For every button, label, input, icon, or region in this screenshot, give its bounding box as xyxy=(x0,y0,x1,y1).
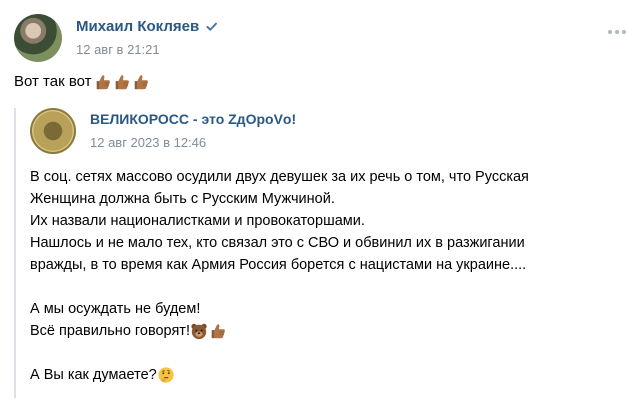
thumbs-up-icon xyxy=(115,75,129,90)
repost-line xyxy=(30,342,630,364)
post-text: Вот так вот xyxy=(14,73,92,90)
repost-divider xyxy=(14,108,16,398)
repost-line-text: Их назвали националистками и провокаторш… xyxy=(30,213,365,229)
repost-line: Их назвали националистками и провокаторш… xyxy=(30,210,630,232)
bear-face-icon xyxy=(191,323,207,340)
repost-line: Женщина должна быть с Русским Мужчиной. xyxy=(30,188,630,210)
verified-check-icon xyxy=(206,22,218,31)
repost-avatar[interactable] xyxy=(30,108,76,154)
thumbs-up-icon xyxy=(134,75,148,90)
repost-line: А мы осуждать не будем! xyxy=(30,298,630,320)
thumbs-up-icon xyxy=(211,324,225,339)
repost-line: В соц. сетях массово осудили двух девуше… xyxy=(30,166,630,188)
repost-line-text: В соц. сетях массово осудили двух девуше… xyxy=(30,169,529,185)
post: Михаил Кокляев 12 авг в 21:21 Вот так во… xyxy=(0,0,640,401)
more-dots-icon[interactable] xyxy=(608,30,626,34)
repost-line xyxy=(30,276,630,298)
repost-line: Всё правильно говорят! xyxy=(30,320,630,342)
repost-line-text: А мы осуждать не будем! xyxy=(30,301,201,317)
repost-line-text: вражды, в то время как Армия Россия боре… xyxy=(30,257,527,273)
repost-line: Нашлось и не мало тех, кто связал это с … xyxy=(30,232,630,254)
thinking-face-icon xyxy=(158,367,174,383)
post-emojis xyxy=(94,73,151,91)
repost-text: В соц. сетях массово осудили двух девуше… xyxy=(30,166,630,386)
repost-line-text: А Вы как думаете? xyxy=(30,367,157,383)
repost-date[interactable]: 12 авг 2023 в 12:46 xyxy=(90,135,206,150)
repost-author-name[interactable]: ВЕЛИКОРОСС - это ZдОроVо! xyxy=(90,111,296,127)
repost-line: А Вы как думаете? xyxy=(30,364,630,386)
author-name[interactable]: Михаил Кокляев xyxy=(76,18,199,35)
repost-line-text: Всё правильно говорят! xyxy=(30,323,190,339)
author-avatar[interactable] xyxy=(14,14,62,62)
repost-line-text: Женщина должна быть с Русским Мужчиной. xyxy=(30,191,335,207)
author-name-row: Михаил Кокляев xyxy=(76,18,218,35)
post-date[interactable]: 12 авг в 21:21 xyxy=(76,42,160,57)
thumbs-up-icon xyxy=(96,75,110,90)
repost-line-text: Нашлось и не мало тех, кто связал это с … xyxy=(30,235,525,251)
repost-line: вражды, в то время как Армия Россия боре… xyxy=(30,254,630,276)
post-text-row: Вот так вот xyxy=(14,72,151,92)
